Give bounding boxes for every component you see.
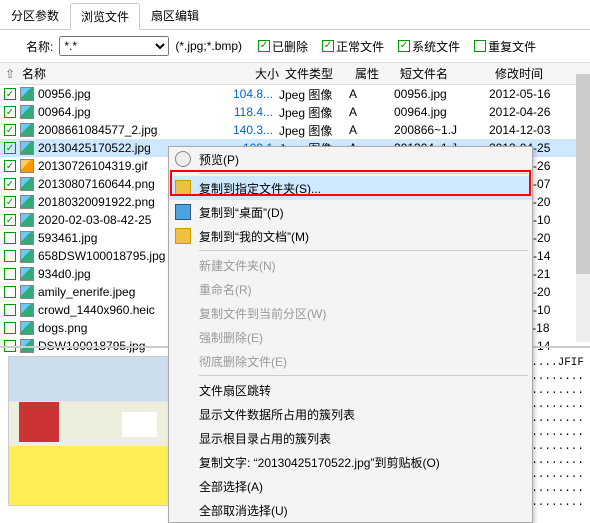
file-name: 2008661084577_2.jpg bbox=[38, 123, 224, 137]
menu-new-file: 新建文件夹(N) bbox=[169, 253, 532, 277]
desktop-icon bbox=[175, 204, 191, 220]
scrollbar[interactable] bbox=[576, 74, 590, 342]
file-mod: 2014-12-03 bbox=[489, 123, 579, 137]
row-checkbox[interactable]: ✓ bbox=[4, 106, 16, 118]
row-checkbox[interactable]: ✓ bbox=[4, 214, 16, 226]
file-attr: A bbox=[349, 105, 394, 119]
up-icon[interactable]: ⇧ bbox=[0, 67, 20, 81]
row-checkbox[interactable]: ✓ bbox=[4, 178, 16, 190]
menu-copy-to-desktop[interactable]: 复制到“桌面”(D) bbox=[169, 200, 532, 224]
chk-normal[interactable]: ✓正常文件 bbox=[322, 38, 384, 55]
menu-copy-to-partition: 复制文件到当前分区(W) bbox=[169, 301, 532, 325]
table-row[interactable]: ✓00956.jpg104.8...Jpeg 图像A00956.jpg2012-… bbox=[0, 85, 590, 103]
menu-copy-text[interactable]: 复制文字: “20130425170522.jpg”到剪贴板(O) bbox=[169, 450, 532, 474]
file-icon bbox=[20, 87, 34, 101]
menu-deselect-all[interactable]: 全部取消选择(U) bbox=[169, 498, 532, 522]
col-mod[interactable]: 修改时间 bbox=[495, 65, 585, 82]
menu-copy-to-folder[interactable]: 复制到指定文件夹(S)... bbox=[169, 176, 532, 200]
file-icon bbox=[20, 195, 34, 209]
file-size: 104.8... bbox=[224, 87, 279, 101]
file-icon bbox=[20, 321, 34, 335]
tab-sector[interactable]: 扇区编辑 bbox=[140, 2, 210, 29]
row-checkbox[interactable] bbox=[4, 232, 16, 244]
file-icon bbox=[20, 123, 34, 137]
file-short: 00964.jpg bbox=[394, 105, 489, 119]
table-row[interactable]: ✓00964.jpg118.4...Jpeg 图像A00964.jpg2012-… bbox=[0, 103, 590, 121]
context-menu: 预览(P) 复制到指定文件夹(S)... 复制到“桌面”(D) 复制到“我的文档… bbox=[168, 146, 533, 523]
file-type: Jpeg 图像 bbox=[279, 104, 349, 121]
file-mod: 2012-04-26 bbox=[489, 105, 579, 119]
file-short: 200866~1.J bbox=[394, 123, 489, 137]
menu-copy-to-docs[interactable]: 复制到“我的文档”(M) bbox=[169, 224, 532, 248]
chk-system[interactable]: ✓系统文件 bbox=[398, 38, 460, 55]
search-icon bbox=[175, 151, 191, 167]
row-checkbox[interactable] bbox=[4, 268, 16, 280]
filter-pattern-select[interactable]: *.* bbox=[59, 36, 169, 56]
chk-deleted[interactable]: ✓已删除 bbox=[258, 38, 308, 55]
file-size: 118.4... bbox=[224, 105, 279, 119]
row-checkbox[interactable] bbox=[4, 250, 16, 262]
menu-select-all[interactable]: 全部选择(A) bbox=[169, 474, 532, 498]
file-icon bbox=[20, 159, 34, 173]
file-icon bbox=[20, 249, 34, 263]
file-icon bbox=[20, 177, 34, 191]
menu-show-clusters-dirs[interactable]: 显示根目录占用的簇列表 bbox=[169, 426, 532, 450]
col-attr[interactable]: 属性 bbox=[355, 65, 400, 82]
ascii-dump: ....JFIF ........ ........ ........ ....… bbox=[531, 356, 584, 511]
documents-icon bbox=[175, 228, 191, 244]
col-name[interactable]: 名称 bbox=[20, 65, 230, 82]
col-size[interactable]: 大小 bbox=[230, 65, 285, 82]
row-checkbox[interactable] bbox=[4, 304, 16, 316]
file-attr: A bbox=[349, 123, 394, 137]
column-headers: ⇧ 名称 大小 文件类型 属性 短文件名 修改时间 bbox=[0, 62, 590, 85]
menu-sector-jump[interactable]: 文件扇区跳转 bbox=[169, 378, 532, 402]
file-icon bbox=[20, 213, 34, 227]
menu-rename: 重命名(R) bbox=[169, 277, 532, 301]
row-checkbox[interactable]: ✓ bbox=[4, 88, 16, 100]
col-short[interactable]: 短文件名 bbox=[400, 65, 495, 82]
file-icon bbox=[20, 285, 34, 299]
chk-dup[interactable]: 重复文件 bbox=[474, 38, 536, 55]
file-type: Jpeg 图像 bbox=[279, 86, 349, 103]
file-icon bbox=[20, 303, 34, 317]
file-icon bbox=[20, 105, 34, 119]
file-icon bbox=[20, 231, 34, 245]
row-checkbox[interactable] bbox=[4, 286, 16, 298]
file-name: 00956.jpg bbox=[38, 87, 224, 101]
file-size: 140.3... bbox=[224, 123, 279, 137]
tab-browse[interactable]: 浏览文件 bbox=[70, 3, 140, 30]
preview-pane bbox=[8, 356, 173, 506]
folder-icon bbox=[175, 180, 191, 196]
table-row[interactable]: ✓ 2008661084577_2.jpg140.3...Jpeg 图像A2008… bbox=[0, 121, 590, 139]
row-checkbox[interactable] bbox=[4, 322, 16, 334]
file-mod: 2012-05-16 bbox=[489, 87, 579, 101]
filter-ext-hint: (*.jpg;*.bmp) bbox=[175, 39, 242, 53]
row-checkbox[interactable]: ✓ bbox=[4, 124, 16, 136]
file-icon bbox=[20, 141, 34, 155]
file-icon bbox=[20, 267, 34, 281]
menu-show-clusters-files[interactable]: 显示文件数据所占用的簇列表 bbox=[169, 402, 532, 426]
file-short: 00956.jpg bbox=[394, 87, 489, 101]
row-checkbox[interactable]: ✓ bbox=[4, 160, 16, 172]
menu-perm-delete: 彻底删除文件(E) bbox=[169, 349, 532, 373]
filter-name-label: 名称: bbox=[26, 38, 53, 55]
tab-partition[interactable]: 分区参数 bbox=[0, 2, 70, 29]
file-attr: A bbox=[349, 87, 394, 101]
menu-preview[interactable]: 预览(P) bbox=[169, 147, 532, 171]
row-checkbox[interactable]: ✓ bbox=[4, 142, 16, 154]
row-checkbox[interactable]: ✓ bbox=[4, 196, 16, 208]
menu-force-delete: 强制删除(E) bbox=[169, 325, 532, 349]
file-type: Jpeg 图像 bbox=[279, 122, 349, 139]
col-type[interactable]: 文件类型 bbox=[285, 65, 355, 82]
file-name: 00964.jpg bbox=[38, 105, 224, 119]
